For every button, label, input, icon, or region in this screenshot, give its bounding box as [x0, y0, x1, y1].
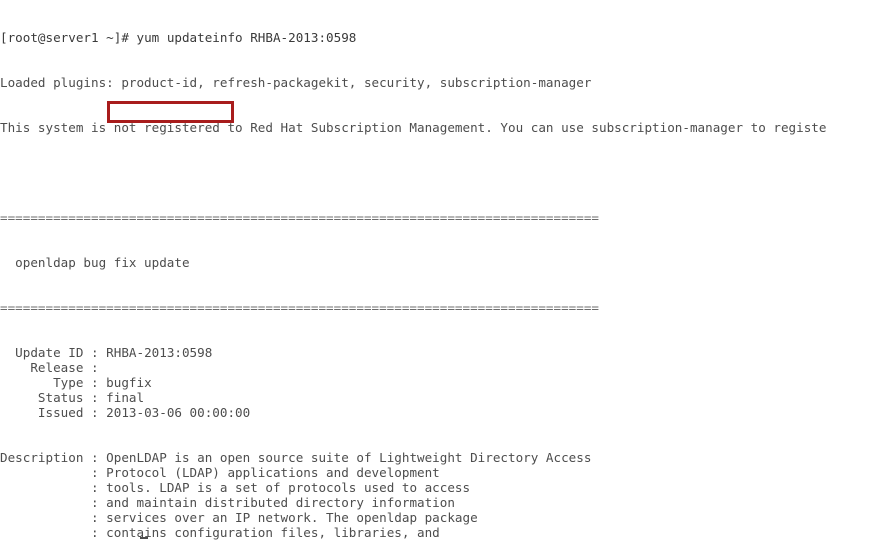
update-field-row: Status : final	[0, 390, 826, 405]
shell-prompt: [root@server1 ~]#	[0, 30, 137, 45]
update-id-value: RHBA-2013:0598	[106, 345, 213, 360]
update-description-text: OpenLDAP is an open source suite of Ligh…	[106, 450, 592, 465]
update-description-line: : contains configuration files, librarie…	[0, 525, 826, 540]
separator-bottom: ========================================…	[0, 300, 599, 315]
update-field-label: Release :	[0, 360, 107, 375]
update-description-block: Description : OpenLDAP is an open source…	[0, 450, 826, 542]
update-description-line: : services over an IP network. The openl…	[0, 510, 826, 525]
registration-warning-line: This system is not registered to Red Hat…	[0, 120, 827, 135]
update-description-gutter: :	[0, 525, 107, 540]
update-description-text: Protocol (LDAP) applications and develop…	[106, 465, 440, 480]
update-field-value: bugfix	[106, 375, 152, 390]
update-description-label: Description :	[0, 450, 107, 465]
terminal-output: [root@server1 ~]# yum updateinfo RHBA-20…	[0, 0, 826, 542]
command-line: [root@server1 ~]# yum updateinfo RHBA-20…	[0, 30, 826, 45]
update-description-text: services over an IP network. The openlda…	[106, 510, 478, 525]
update-field-value: 2013-03-06 00:00:00	[106, 405, 251, 420]
update-field-label: Issued :	[0, 405, 107, 420]
update-field-row: Update ID : RHBA-2013:0598	[0, 345, 826, 360]
loaded-plugins-line: Loaded plugins: product-id, refresh-pack…	[0, 75, 592, 90]
update-title: openldap bug fix update	[0, 255, 190, 270]
separator-top: ========================================…	[0, 210, 599, 225]
update-field-row: Release :	[0, 360, 826, 375]
update-description-line: : and maintain distributed directory inf…	[0, 495, 826, 510]
update-field-label: Type :	[0, 375, 107, 390]
update-field-value: final	[106, 390, 145, 405]
update-description-line: : tools. LDAP is a set of protocols used…	[0, 480, 826, 495]
update-field-list: Update ID : RHBA-2013:0598 Release : Typ…	[0, 345, 826, 420]
update-description-gutter: :	[0, 495, 107, 510]
command-text: yum updateinfo RHBA-2013:0598	[136, 30, 357, 45]
update-field-label: Status :	[0, 390, 107, 405]
update-description-text: and maintain distributed directory infor…	[106, 495, 455, 510]
update-field-row: Issued : 2013-03-06 00:00:00	[0, 405, 826, 420]
update-description-line: Description : OpenLDAP is an open source…	[0, 450, 826, 465]
update-field-label: Update ID :	[0, 345, 107, 360]
update-description-gutter: :	[0, 510, 107, 525]
update-description-text: tools. LDAP is a set of protocols used t…	[106, 480, 471, 495]
update-description-gutter: :	[0, 465, 107, 480]
update-description-text: contains configuration files, libraries,…	[106, 525, 440, 540]
terminal-window[interactable]: [root@server1 ~]# yum updateinfo RHBA-20…	[0, 0, 871, 542]
update-description-line: : Protocol (LDAP) applications and devel…	[0, 465, 826, 480]
terminal-cursor	[140, 537, 148, 539]
update-description-gutter: :	[0, 480, 107, 495]
update-field-row: Type : bugfix	[0, 375, 826, 390]
